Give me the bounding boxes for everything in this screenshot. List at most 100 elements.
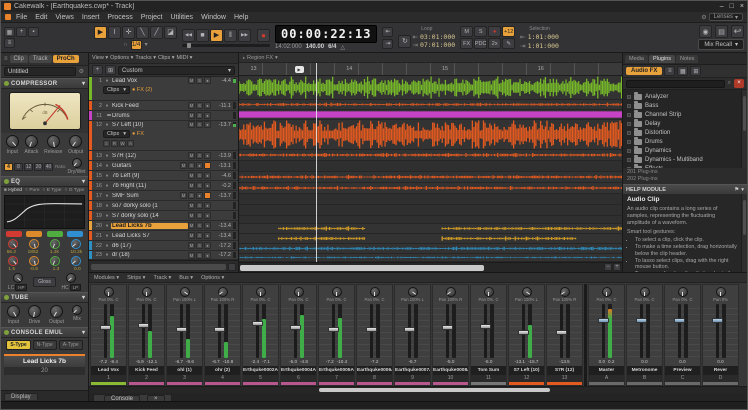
eq-band-hi[interactable] — [67, 231, 83, 237]
trackpane-menu-midi[interactable]: MIDI ▾ — [176, 55, 192, 61]
track-row-21[interactable]: 21♦Lead Licks S7MS●-13.4 — [89, 231, 238, 241]
play-button[interactable]: ▶ — [210, 29, 223, 42]
track-name[interactable]: Guitars — [111, 163, 180, 169]
volume-fader[interactable] — [602, 304, 605, 358]
arm-button[interactable]: ● — [204, 202, 211, 209]
plugin-folder-dynamics-multiband[interactable]: Dynamics - Multiband — [623, 155, 747, 164]
track-row-1[interactable]: 1♦Lead VoxMS●-4.4Clips▾● FX (2) — [89, 77, 238, 101]
console-type-a-type[interactable]: A-Type — [59, 340, 83, 350]
fader-handle[interactable] — [442, 325, 453, 330]
checkbox[interactable] — [627, 95, 631, 99]
track-row-11[interactable]: 11DrumsMS● — [89, 111, 238, 121]
volume-fader[interactable] — [332, 304, 335, 358]
volume-fader[interactable] — [370, 304, 373, 358]
track-row-12[interactable]: 12♦S7 Left (10)MS●-13.7Clips▾● FX≡RWA — [89, 121, 238, 151]
playhead[interactable] — [316, 63, 317, 262]
channel-name[interactable]: Earthquke0007AuT — [395, 366, 430, 375]
channel-name[interactable]: Erthquke0002AuMx — [243, 366, 278, 375]
inspector-menu-icon[interactable]: ≡ — [3, 56, 9, 62]
checkbox[interactable] — [627, 158, 631, 162]
tab-clip[interactable]: Clip — [10, 55, 28, 63]
mini-button-W[interactable]: W — [119, 140, 126, 147]
preset-gear-icon[interactable]: ⚙ — [78, 68, 85, 75]
compressor-power-icon[interactable] — [4, 81, 9, 86]
arm-button[interactable]: ● — [204, 212, 211, 219]
mini-button-≡[interactable]: ≡ — [103, 140, 110, 147]
tab-track[interactable]: Track — [29, 55, 52, 63]
track-volume[interactable]: -11.1 — [211, 103, 232, 109]
add-module-icon[interactable]: + — [16, 27, 27, 37]
region-fx-label[interactable]: Region FX — [247, 55, 273, 61]
fader-handle[interactable] — [138, 323, 149, 328]
eq-mode-e-type[interactable]: ○ E Type — [42, 188, 61, 193]
eq-header[interactable]: EQ ▾ — [1, 176, 88, 187]
mix-module-button-2x[interactable]: 2x — [488, 38, 501, 49]
pause-button[interactable]: ‖ — [224, 29, 237, 42]
eq-gain-knob-lo[interactable] — [8, 256, 18, 266]
menu-window[interactable]: Window — [197, 14, 230, 21]
mute-button[interactable]: M — [188, 232, 195, 239]
arm-button[interactable]: ● — [204, 172, 211, 179]
fx-badge[interactable]: ● FX (2) — [132, 87, 152, 93]
volume-fader[interactable] — [256, 304, 259, 358]
time-display[interactable]: 00:00:22:13 — [275, 25, 377, 43]
clip-lane-4[interactable] — [239, 150, 622, 161]
pan-knob[interactable] — [446, 287, 456, 297]
layout-icon[interactable]: ▦ — [677, 66, 688, 76]
volume-fader[interactable] — [180, 304, 183, 358]
track-name[interactable]: Drums — [111, 113, 188, 119]
clip-lane-10[interactable] — [239, 216, 622, 224]
tempo-display[interactable]: 140.00 — [306, 44, 324, 50]
mini-button-R[interactable]: R — [111, 140, 118, 147]
meter-display[interactable]: 6/4 — [328, 44, 336, 50]
zoom-in-button[interactable]: + — [613, 263, 621, 271]
arm-button[interactable]: ● — [196, 192, 203, 199]
solo-button[interactable]: S — [196, 202, 203, 209]
volume-fader[interactable] — [142, 304, 145, 358]
volume-fader[interactable] — [294, 304, 297, 358]
browser-tab-notes[interactable]: Notes — [676, 55, 698, 63]
tube-header[interactable]: TUBE ▾ — [1, 292, 88, 303]
track-row-18[interactable]: 18♦so7 dorky solo (1MS● — [89, 201, 238, 211]
punch-out-icon[interactable]: ⇥ — [382, 39, 393, 49]
track-volume[interactable]: -13.7 — [211, 122, 232, 128]
input-echo-button[interactable] — [204, 162, 211, 169]
compressor-header[interactable]: COMPRESSOR ▾ — [1, 78, 88, 89]
tab-display[interactable]: Display — [4, 393, 38, 400]
channel-strip-13[interactable]: Pan 100% R-13.5S7R (12)13 — [546, 284, 583, 386]
channel-name[interactable]: Erthquke0005AuM — [319, 366, 354, 375]
eq-gain-knob-lmf[interactable] — [29, 256, 39, 266]
pan-knob[interactable] — [256, 287, 266, 297]
arm-button[interactable]: ● — [204, 112, 211, 119]
zoom-out-button[interactable]: − — [604, 263, 612, 271]
channel-name[interactable]: S7R (12) — [547, 366, 582, 375]
mute-button[interactable]: M — [188, 202, 195, 209]
arm-button[interactable]: ● — [204, 222, 211, 229]
arm-button[interactable]: ● — [204, 232, 211, 239]
channel-strip-7[interactable]: Pan 0%. C-7.2-10.4Erthquke0005AuM7 — [318, 284, 355, 386]
time-ruler[interactable]: 13141516▶ — [239, 63, 622, 76]
ratio-40[interactable]: 40 — [44, 163, 53, 171]
fader-handle[interactable] — [636, 318, 647, 323]
track-name[interactable]: S7 Left (10) — [111, 122, 188, 128]
pan-knob[interactable] — [218, 287, 228, 297]
channel-strip-8[interactable]: Pan 0%. C-7.2Earthquke0006AuT8 — [356, 284, 393, 386]
checkbox[interactable] — [627, 131, 631, 135]
workspace-icon[interactable]: ▦ — [4, 27, 15, 37]
arm-button[interactable]: ● — [204, 77, 211, 84]
eq-freq-knob-lmf[interactable] — [29, 239, 39, 249]
fader-handle[interactable] — [100, 325, 111, 330]
minimize-button[interactable]: – — [720, 3, 724, 10]
fader-handle[interactable] — [176, 327, 187, 332]
add-track-button[interactable]: + — [92, 65, 103, 75]
console-menu-options[interactable]: Options ▾ — [201, 275, 224, 281]
metronome-icon[interactable]: △ — [340, 44, 345, 51]
volume-fader[interactable] — [104, 304, 107, 358]
channel-strip-11[interactable]: Pan 0%. C-5.0Tom Sum11 — [470, 284, 507, 386]
mix-module-button-x[interactable]: ● — [488, 26, 501, 37]
trackpane-menu-tracks[interactable]: Tracks ▾ — [135, 55, 156, 61]
eq-graph[interactable] — [4, 195, 85, 229]
channel-name[interactable]: Kick Feed — [129, 366, 164, 375]
track-name[interactable]: Lead Licks 7b — [111, 223, 188, 229]
solo-button[interactable]: S — [196, 172, 203, 179]
